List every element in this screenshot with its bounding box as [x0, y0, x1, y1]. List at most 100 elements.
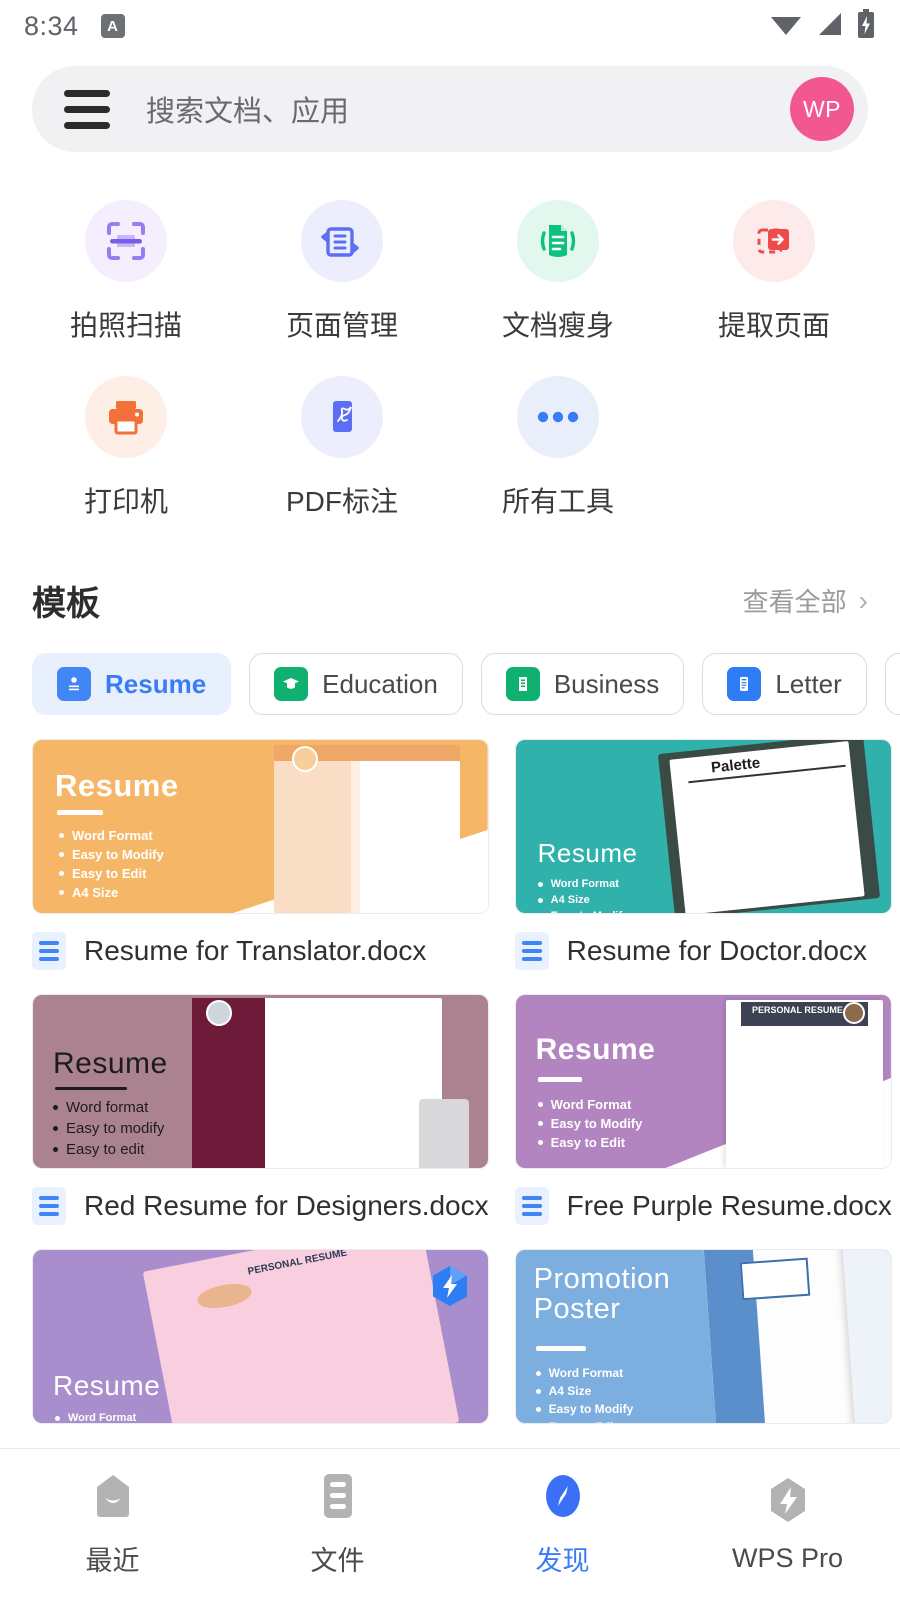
template-bullets: Word Format A4 Size — [55, 1412, 136, 1423]
nav-label: 最近 — [85, 1545, 140, 1576]
tool-item-pdf-annotate[interactable]: PDF标注 — [234, 358, 450, 520]
nav-item-wps-pro[interactable]: WPS Pro — [675, 1476, 900, 1574]
template-thumbnail[interactable]: PERSONAL RESUME Resume Word Format Easy … — [514, 994, 892, 1169]
templates-header: 模板 查看全部 › — [0, 520, 900, 625]
template-cover-title: Resume — [535, 1033, 656, 1066]
tool-label: 打印机 — [83, 486, 168, 517]
search-input[interactable]: 搜索文档、应用 — [146, 88, 790, 130]
template-cover-title: Resume — [55, 768, 179, 803]
category-chips[interactable]: Resume Education Business Letter — [0, 625, 900, 715]
template-filename-row[interactable]: Resume for Doctor.docx — [514, 914, 892, 982]
doc-lines-icon — [514, 932, 549, 970]
bottom-navigation: 最近 文件 发现 WPS Pro — [0, 1448, 900, 1600]
template-thumbnail[interactable]: Resume Word Format Easy to Modify Easy t… — [32, 739, 489, 914]
nav-item-recent[interactable]: 最近 — [0, 1472, 225, 1578]
template-filename-row[interactable]: Free Purple Resume.docx — [514, 1169, 892, 1237]
tool-label: 文档瘦身 — [501, 310, 614, 341]
template-bullets: Word Format Easy to Modify Easy to Edit — [537, 1097, 642, 1154]
wps-pro-lightning-icon — [767, 1476, 809, 1529]
template-paper-title: PERSONAL RESUME — [752, 1004, 843, 1015]
chip-business[interactable]: Business — [480, 653, 685, 715]
nav-item-files[interactable]: 文件 — [225, 1472, 450, 1578]
template-bullets: Word Format Easy to Modify Easy to Edit … — [59, 828, 164, 904]
tool-item-extract[interactable]: 提取页面 — [666, 182, 882, 344]
chip-label: Education — [322, 668, 438, 699]
template-cover-title: Resume — [53, 1047, 168, 1080]
files-icon — [318, 1472, 358, 1525]
chip-education[interactable]: Education — [249, 653, 463, 715]
template-card[interactable]: PERSONAL RESUME Resume Word Format Easy … — [514, 994, 892, 1237]
business-building-icon — [505, 667, 540, 701]
pdf-annotate-icon — [301, 376, 383, 458]
nav-label: 发现 — [535, 1545, 590, 1576]
template-bullets: Word format Easy to modify Easy to edit — [53, 1099, 164, 1162]
search-bar[interactable]: 搜索文档、应用 WP — [32, 66, 868, 152]
template-filename: Resume for Translator.docx — [84, 935, 427, 966]
view-all-button[interactable]: 查看全部 › — [743, 582, 868, 619]
tool-item-all-tools[interactable]: 所有工具 — [450, 358, 666, 520]
chip-resume[interactable]: Resume — [32, 653, 232, 715]
notification-badge-icon: A — [100, 14, 125, 38]
template-filename-row[interactable]: Red Resume for Designers.docx — [32, 1169, 489, 1237]
tool-label: 拍照扫描 — [69, 310, 182, 341]
recent-icon — [91, 1472, 135, 1525]
wifi-icon — [770, 11, 802, 42]
chip-label: Letter — [775, 668, 842, 699]
tool-label: PDF标注 — [285, 486, 398, 517]
tool-item-scan[interactable]: 拍照扫描 — [18, 182, 234, 344]
tool-item-slim[interactable]: 文档瘦身 — [450, 182, 666, 344]
status-time: 8:34 — [24, 10, 79, 41]
avatar[interactable]: WP — [790, 77, 854, 141]
chip-finance[interactable] — [884, 653, 900, 715]
template-filename: Resume for Doctor.docx — [566, 935, 867, 966]
pro-lightning-badge-icon — [430, 1264, 470, 1308]
tool-label: 页面管理 — [285, 310, 398, 341]
hamburger-menu-icon[interactable] — [64, 89, 110, 129]
page-title: 模板 — [32, 585, 100, 623]
template-cover-title: Resume — [53, 1370, 161, 1401]
template-bullets: Word Format A4 Size Easy to Modify — [537, 878, 628, 913]
chip-label: Business — [553, 668, 660, 699]
graduation-cap-icon — [274, 667, 309, 701]
template-bullets: Word Format A4 Size Easy to Modify Easy … — [535, 1366, 633, 1423]
nav-label: 文件 — [310, 1545, 365, 1576]
template-filename-row[interactable]: Resume for Translator.docx — [32, 914, 489, 982]
template-card[interactable]: Resume Word Format Easy to Modify Easy t… — [32, 739, 489, 982]
status-bar-left: 8:34 A — [24, 11, 125, 42]
tools-grid: 拍照扫描 页面管理 文档瘦身 提取页面 打印机 PDF标注 所有工具 — [0, 152, 900, 520]
template-thumbnail[interactable]: Promotion Poster Word Format A4 Size Eas… — [514, 1249, 892, 1424]
template-card[interactable]: Resume Word format Easy to modify Easy t… — [32, 994, 489, 1237]
more-dots-icon — [517, 376, 599, 458]
tool-item-printer[interactable]: 打印机 — [18, 358, 234, 520]
template-thumbnail[interactable]: Palette Resume Word Format A4 Size Easy … — [514, 739, 892, 914]
signal-icon — [815, 11, 843, 42]
status-bar: 8:34 A — [0, 0, 900, 52]
template-filename: Free Purple Resume.docx — [566, 1190, 892, 1221]
scan-camera-icon — [85, 200, 167, 282]
tool-item-page-manage[interactable]: 页面管理 — [234, 182, 450, 344]
doc-lines-icon — [32, 932, 66, 970]
template-thumbnail[interactable]: Resume Word format Easy to modify Easy t… — [32, 994, 489, 1169]
printer-icon — [85, 376, 167, 458]
template-thumbnail[interactable]: PERSONAL RESUME Resume Word Format A4 Si… — [32, 1249, 489, 1424]
template-card[interactable]: Promotion Poster Word Format A4 Size Eas… — [514, 1249, 892, 1424]
discover-compass-icon — [539, 1472, 587, 1525]
template-card[interactable]: PERSONAL RESUME Resume Word Format A4 Si… — [32, 1249, 489, 1424]
template-card[interactable]: Palette Resume Word Format A4 Size Easy … — [514, 739, 892, 982]
resume-person-icon — [57, 667, 91, 701]
view-all-label: 查看全部 — [742, 587, 847, 617]
chevron-right-icon: › — [858, 584, 868, 616]
page-manage-icon — [301, 200, 383, 282]
template-filename: Red Resume for Designers.docx — [84, 1190, 489, 1221]
tool-label: 所有工具 — [501, 486, 614, 517]
chip-letter[interactable]: Letter — [702, 653, 867, 715]
extract-page-icon — [733, 200, 815, 282]
doc-lines-icon — [32, 1187, 66, 1225]
nav-label: WPS Pro — [731, 1542, 844, 1573]
status-bar-right — [770, 8, 876, 44]
tool-grid-spacer — [666, 358, 882, 520]
document-slim-icon — [517, 200, 599, 282]
chip-label: Resume — [105, 668, 207, 699]
search-bar-container: 搜索文档、应用 WP — [0, 52, 900, 152]
nav-item-discover[interactable]: 发现 — [450, 1472, 675, 1578]
